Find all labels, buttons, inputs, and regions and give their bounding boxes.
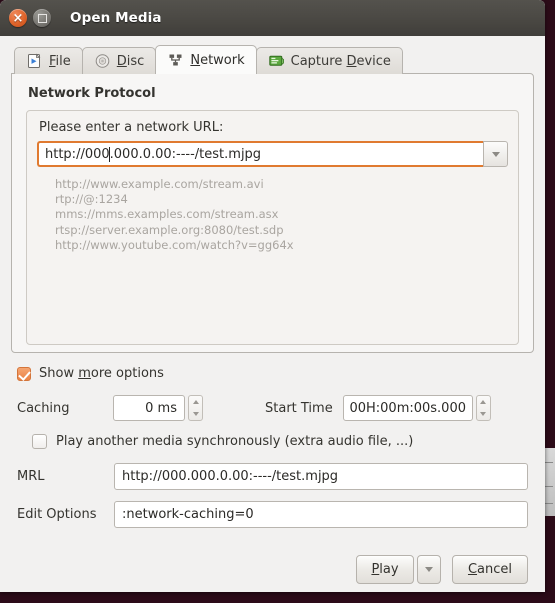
caching-stepper[interactable]: 0 ms [113, 395, 203, 421]
tab-file[interactable]: File [14, 47, 83, 74]
file-icon [26, 53, 43, 69]
title-bar: Open Media [0, 0, 545, 36]
tab-disc[interactable]: Disc [81, 47, 157, 74]
dialog-body: File Disc Network Capture Device Network… [0, 36, 545, 592]
show-more-options-label: Show more options [39, 366, 164, 381]
start-time-spin-up[interactable] [477, 396, 490, 408]
url-examples-list: http://www.example.com/stream.avi rtp://… [55, 177, 508, 253]
open-media-dialog: Open Media File [0, 0, 545, 592]
caching-input[interactable]: 0 ms [113, 395, 185, 421]
play-sync-row[interactable]: Play another media synchronously (extra … [32, 434, 528, 449]
disc-icon [94, 53, 111, 69]
list-item: rtsp://server.example.org:8080/test.sdp [55, 222, 284, 237]
play-menu-button[interactable] [417, 555, 441, 584]
network-tab-panel: Network Protocol Please enter a network … [11, 73, 534, 353]
triangle-up-icon [192, 400, 199, 404]
list-item: mms://mms.examples.com/stream.asx [55, 207, 279, 222]
chevron-down-icon [491, 151, 500, 157]
extra-options-area: Caching 0 ms Start Time 00H:00m:00s.000 [11, 395, 534, 584]
caching-spin-up[interactable] [189, 396, 202, 408]
mrl-input[interactable]: http://000.000.0.00:----/test.mjpg [114, 463, 528, 490]
network-protocol-frame: Please enter a network URL: http://000.0… [26, 110, 519, 345]
start-time-spin-down[interactable] [477, 408, 490, 420]
close-icon[interactable] [9, 9, 27, 27]
url-text-before-caret: http://000 [45, 146, 110, 162]
url-label: Please enter a network URL: [39, 120, 224, 135]
network-protocol-title: Network Protocol [28, 86, 156, 101]
network-icon [167, 52, 184, 68]
maximize-icon[interactable] [33, 9, 51, 27]
tab-network[interactable]: Network [155, 45, 257, 74]
caching-spin-buttons[interactable] [188, 395, 203, 421]
chevron-down-icon [425, 567, 433, 572]
list-item: http://www.example.com/stream.avi [55, 177, 264, 191]
mrl-row: MRL http://000.000.0.00:----/test.mjpg [17, 463, 528, 490]
show-more-options-row[interactable]: Show more options [17, 366, 534, 381]
network-protocol-group: Network Protocol Please enter a network … [26, 86, 519, 345]
url-combobox[interactable]: http://000.000.0.00:----/test.mjpg [37, 141, 508, 167]
edit-options-label: Edit Options [17, 507, 97, 522]
capture-device-icon [268, 53, 285, 69]
play-sync-label: Play another media synchronously (extra … [56, 434, 414, 449]
caching-label: Caching [17, 400, 70, 416]
start-time-input[interactable]: 00H:00m:00s.000 [342, 395, 473, 421]
url-text-after-caret: .000.0.00:----/test.mjpg [109, 146, 262, 162]
page-title: Open Media [70, 10, 162, 26]
start-time-spin-buttons[interactable] [475, 395, 491, 421]
start-time-label: Start Time [265, 400, 333, 416]
list-item: rtp://@:1234 [55, 192, 128, 207]
cancel-button[interactable]: Cancel [452, 555, 528, 584]
tab-file-label: File [49, 53, 71, 69]
url-input[interactable]: http://000.000.0.00:----/test.mjpg [37, 141, 483, 167]
tab-bar: File Disc Network Capture Device [14, 45, 534, 74]
show-more-options-checkbox[interactable] [17, 366, 31, 381]
dialog-footer: Play Cancel [17, 551, 528, 584]
play-button[interactable]: Play [356, 555, 414, 584]
start-time-stepper[interactable]: 00H:00m:00s.000 [342, 395, 491, 421]
mrl-label: MRL [17, 469, 45, 484]
url-dropdown-button[interactable] [483, 141, 508, 167]
edit-options-row: Edit Options :network-caching=0 [17, 501, 528, 528]
play-sync-checkbox[interactable] [32, 434, 47, 449]
triangle-down-icon [192, 412, 199, 416]
caching-spin-down[interactable] [189, 408, 202, 420]
tab-network-label: Network [190, 52, 245, 68]
list-item: http://www.youtube.com/watch?v=gg64x [55, 237, 294, 252]
caching-row: Caching 0 ms Start Time 00H:00m:00s.000 [17, 395, 528, 421]
triangle-down-icon [480, 412, 487, 416]
tab-capture-device-label: Capture Device [290, 53, 391, 69]
edit-options-input[interactable]: :network-caching=0 [114, 501, 528, 528]
tab-disc-label: Disc [116, 53, 145, 69]
triangle-up-icon [480, 400, 487, 404]
tab-capture-device[interactable]: Capture Device [255, 47, 403, 74]
